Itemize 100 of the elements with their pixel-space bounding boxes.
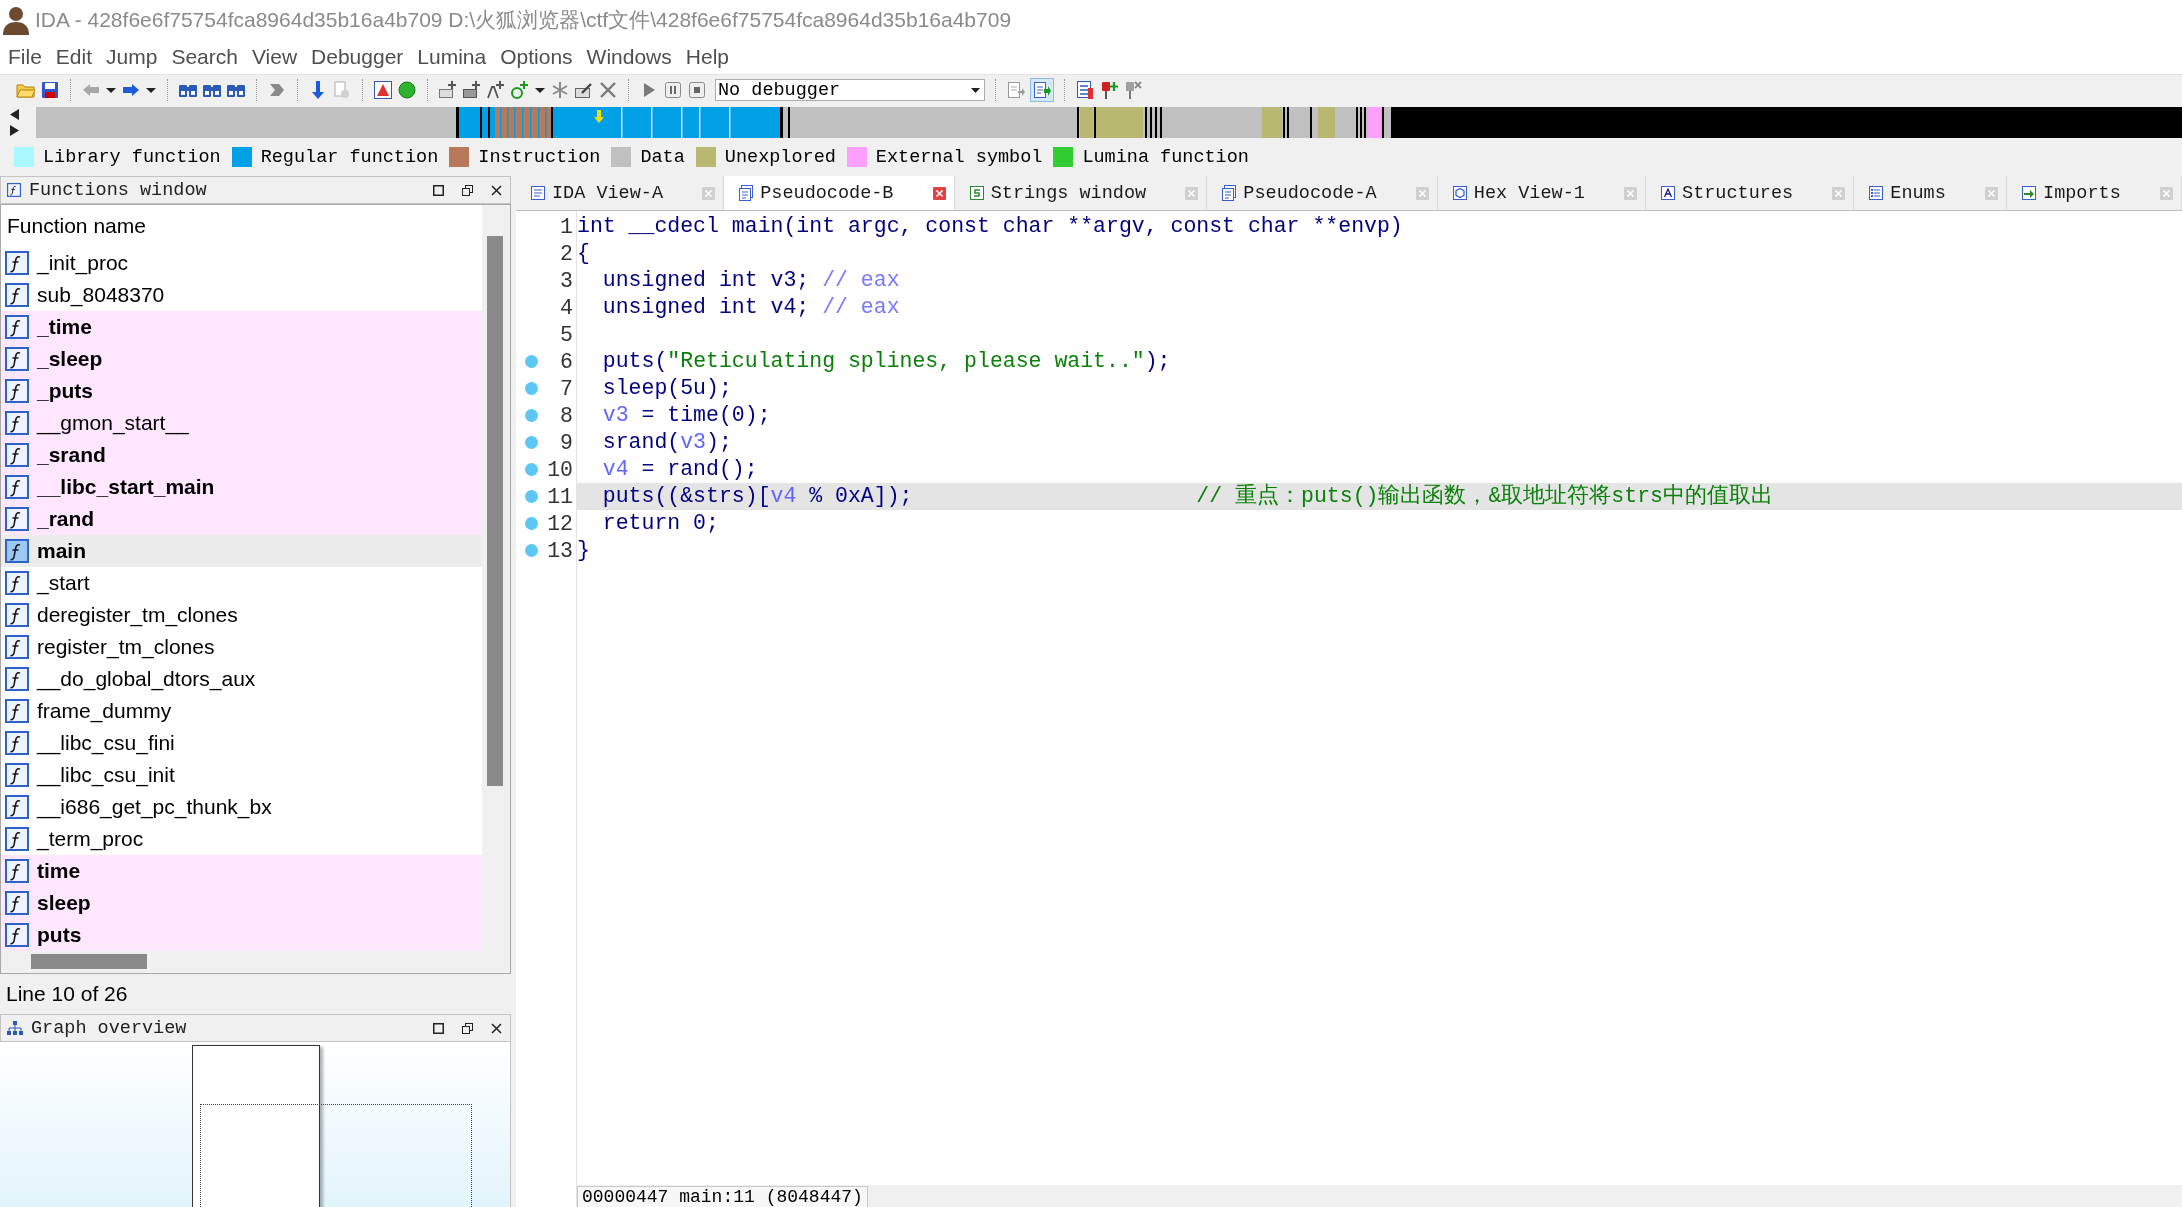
menu-item[interactable]: Options <box>493 45 580 69</box>
function-item[interactable]: frame_dummy <box>1 695 482 727</box>
function-item[interactable]: _srand <box>1 439 482 471</box>
function-item[interactable]: _puts <box>1 375 482 407</box>
function-icon <box>5 571 29 595</box>
function-item[interactable]: sub_8048370 <box>1 279 482 311</box>
line-number: 11 <box>547 484 573 509</box>
navigation-band-drawing[interactable] <box>36 107 2182 138</box>
pin-plus-icon[interactable] <box>1099 80 1119 100</box>
function-icon <box>5 603 29 627</box>
function-item[interactable]: _time <box>1 311 482 343</box>
line-dot-icon[interactable] <box>525 544 538 557</box>
circle-icon[interactable] <box>397 80 417 100</box>
cross-icon[interactable] <box>598 80 618 100</box>
function-icon <box>5 411 29 435</box>
menu-item[interactable]: Jump <box>99 45 165 69</box>
scrollbar-thumb[interactable] <box>487 236 503 786</box>
stop-icon[interactable] <box>687 80 707 100</box>
function-item[interactable]: _sleep <box>1 343 482 375</box>
menu-item[interactable]: File <box>1 45 49 69</box>
tab[interactable]: Structures <box>1646 176 1855 210</box>
line-dot-icon[interactable] <box>525 382 538 395</box>
function-item[interactable]: time <box>1 855 482 887</box>
function-item[interactable]: _term_proc <box>1 823 482 855</box>
line-dot-icon[interactable] <box>525 490 538 503</box>
legend-label: External symbol <box>875 146 1043 168</box>
function-item[interactable]: _rand <box>1 503 482 535</box>
tab[interactable]: Strings window <box>954 176 1208 210</box>
function-item[interactable]: __i686_get_pc_thunk_bx <box>1 791 482 823</box>
box-plus-icon[interactable] <box>438 80 458 100</box>
function-item[interactable]: __libc_csu_fini <box>1 727 482 759</box>
function-icon <box>7 183 21 197</box>
line-dot-icon[interactable] <box>525 436 538 449</box>
function-icon <box>5 891 29 915</box>
documents-icon <box>1221 185 1238 201</box>
function-icon <box>5 859 29 883</box>
document-arrow-icon[interactable] <box>1006 80 1026 100</box>
caret-icon[interactable] <box>971 87 980 93</box>
function-item[interactable]: register_tm_clones <box>1 631 482 663</box>
code-line: sleep(5u); <box>601 375 732 402</box>
function-icon <box>5 667 29 691</box>
function-item[interactable]: puts <box>1 919 482 951</box>
menu-item[interactable]: Debugger <box>304 45 411 69</box>
restore-icon[interactable] <box>462 184 473 196</box>
line-number: 13 <box>547 538 573 563</box>
menu-item[interactable]: View <box>244 45 305 69</box>
function-icon <box>5 475 29 499</box>
function-item[interactable]: main <box>1 535 482 567</box>
tab[interactable]: Imports <box>2007 176 2182 210</box>
menu-item[interactable]: Search <box>164 45 245 69</box>
code-line: srand(v3); <box>601 429 732 456</box>
save-icon[interactable] <box>40 80 60 100</box>
line-dot-icon[interactable] <box>525 463 538 476</box>
tab[interactable]: Pseudocode-B <box>724 176 955 210</box>
function-item[interactable]: __libc_start_main <box>1 471 482 503</box>
scroll-right-icon[interactable] <box>10 124 19 136</box>
tab[interactable]: IDA View-A <box>516 176 725 210</box>
list-icon[interactable] <box>1075 80 1095 100</box>
function-icon <box>5 763 29 787</box>
edit-icon[interactable] <box>574 80 594 100</box>
menu-item[interactable]: Lumina <box>410 45 494 69</box>
pseudocode-button[interactable] <box>1030 78 1054 102</box>
close-icon[interactable] <box>491 184 502 196</box>
debugger-select[interactable]: No debugger <box>715 79 985 101</box>
letter-plus-icon[interactable] <box>486 80 506 100</box>
code-line: unsigned int v4; // eax <box>601 294 900 321</box>
legend-label: Library function <box>43 146 221 168</box>
box-plus-icon[interactable] <box>462 80 482 100</box>
tab[interactable]: Hex View-1 <box>1437 176 1647 210</box>
line-dot-icon[interactable] <box>525 517 538 530</box>
function-item[interactable]: __gmon_start__ <box>1 407 482 439</box>
function-item[interactable]: sleep <box>1 887 482 919</box>
restore-icon[interactable] <box>462 1022 473 1034</box>
scrollbar[interactable] <box>482 205 510 951</box>
pause-icon[interactable] <box>663 80 683 100</box>
line-number: 10 <box>547 457 573 482</box>
line-number: 3 <box>560 268 573 293</box>
tab[interactable]: Pseudocode-A <box>1207 176 1438 210</box>
function-item[interactable]: __libc_csu_init <box>1 759 482 791</box>
pin-cross-icon[interactable] <box>1123 80 1143 100</box>
scrollbar-thumb[interactable] <box>31 954 147 969</box>
menu-item[interactable]: Help <box>678 45 736 69</box>
menu-item[interactable]: Windows <box>579 45 679 69</box>
code-line: v4 = rand(); <box>601 456 758 483</box>
maximize-icon[interactable] <box>433 1022 444 1034</box>
maximize-icon[interactable] <box>433 184 444 196</box>
function-item[interactable]: deregister_tm_clones <box>1 599 482 631</box>
document-arrow-icon <box>1032 80 1052 100</box>
address-status: 00000447 main:11 (8048447) <box>577 1186 868 1207</box>
line-dot-icon[interactable] <box>525 409 538 422</box>
close-icon[interactable] <box>491 1022 502 1034</box>
tab[interactable]: Enums <box>1854 176 2008 210</box>
function-item[interactable]: _start <box>1 567 482 599</box>
scrollbar[interactable] <box>1 951 510 973</box>
line-dot-icon[interactable] <box>525 355 538 368</box>
scroll-left-icon[interactable] <box>10 109 19 121</box>
function-item[interactable]: __do_global_dtors_aux <box>1 663 482 695</box>
menu-item[interactable]: Edit <box>48 45 100 69</box>
function-item[interactable]: _init_proc <box>1 247 482 279</box>
column-header[interactable]: Function name <box>1 205 482 247</box>
